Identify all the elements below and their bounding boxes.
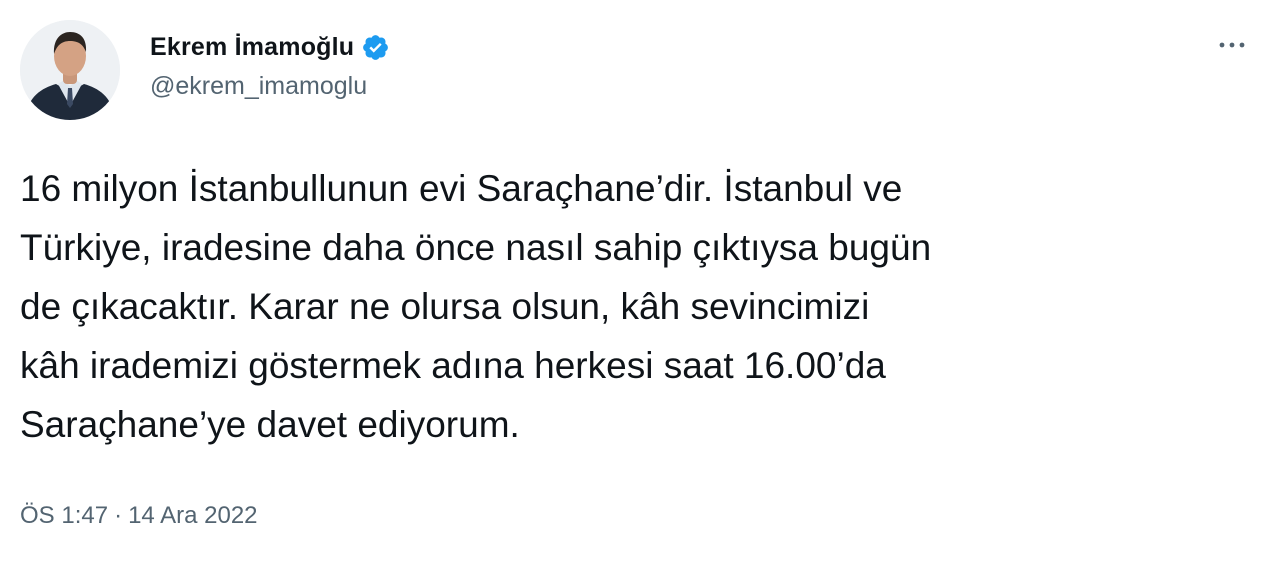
tweet-text: 16 milyon İstanbullunun evi Saraçhane’di…: [20, 159, 1260, 454]
tweet-text-line: de çıkacaktır. Karar ne olursa olsun, kâ…: [20, 286, 870, 327]
more-options-button[interactable]: [1212, 28, 1252, 62]
author-handle[interactable]: @ekrem_imamoglu: [150, 72, 367, 101]
tweet-text-line: kâh irademizi göstermek adına herkesi sa…: [20, 345, 886, 386]
timestamp[interactable]: ÖS 1:47 · 14 Ara 2022: [20, 502, 258, 530]
tweet-date[interactable]: 14 Ara 2022: [128, 502, 257, 529]
separator-dot: ·: [114, 502, 123, 529]
tweet-card: Ekrem İmamoğlu @ekrem_imamoglu 16 milyon…: [0, 0, 1287, 562]
avatar[interactable]: [20, 20, 120, 120]
tweet-time[interactable]: ÖS 1:47: [20, 502, 108, 529]
verified-badge-icon: [363, 34, 389, 60]
tweet-text-line: 16 milyon İstanbullunun evi Saraçhane’di…: [20, 168, 903, 209]
tweet-text-line: Saraçhane’ye davet ediyorum.: [20, 404, 520, 445]
tweet-text-line: Türkiye, iradesine daha önce nasıl sahip…: [20, 227, 932, 268]
author-name-row[interactable]: Ekrem İmamoğlu: [150, 30, 390, 64]
more-dots-icon: [1219, 42, 1245, 48]
profile-photo-icon: [20, 20, 120, 120]
author-name[interactable]: Ekrem İmamoğlu: [150, 33, 354, 62]
